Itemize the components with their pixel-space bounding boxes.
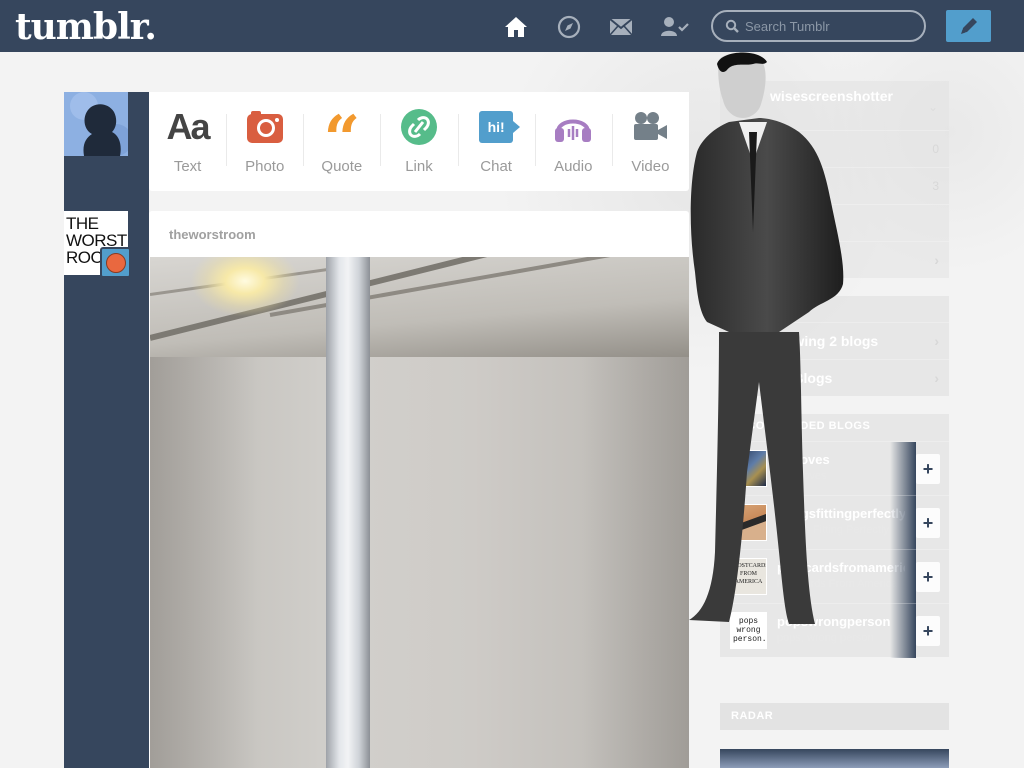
reblog-avatar-badge[interactable] xyxy=(100,247,131,278)
blog-thumbnail xyxy=(730,450,767,487)
blog-thumbnail xyxy=(730,504,767,541)
ceiling-light xyxy=(190,257,300,317)
recommended-blog-item[interactable]: POSTCARDS FROM AMERICA postcardsfromamer… xyxy=(720,549,949,604)
video-icon xyxy=(634,112,668,140)
find-blogs-icon xyxy=(732,371,748,387)
tumblr-logo[interactable]: tumblr. xyxy=(15,6,157,48)
compose-button[interactable] xyxy=(946,10,991,42)
post-type-video[interactable]: Video xyxy=(611,92,689,191)
chevron-down-icon[interactable]: ⌄ xyxy=(928,100,938,114)
compose-icon xyxy=(960,18,977,34)
chat-icon: hi! xyxy=(479,111,521,143)
customize-icon xyxy=(732,256,748,266)
follow-button[interactable]: + xyxy=(916,562,940,592)
top-navigation-bar: tumblr. xyxy=(0,0,1024,52)
account-icon[interactable] xyxy=(660,14,690,40)
follow-button[interactable]: + xyxy=(916,508,940,538)
post-type-text[interactable]: Aa Text xyxy=(149,92,226,191)
sidebar-item-find-blogs[interactable]: Find Blogs › xyxy=(720,359,949,396)
pipe xyxy=(326,257,370,768)
my-blog-avatar[interactable] xyxy=(64,92,128,156)
radar-section-title: RADAR xyxy=(731,710,774,722)
sidebar-item-customize[interactable]: Customize › xyxy=(720,241,949,278)
recommended-blog-item[interactable]: oldloves Old Loves + xyxy=(720,441,949,496)
text-icon: Aa xyxy=(166,106,211,147)
sidebar-blog-name[interactable]: wisescreenshotter xyxy=(770,88,893,104)
account-section-title: ACCOUNT xyxy=(731,302,790,314)
post-type-quote[interactable]: “ Quote xyxy=(303,92,380,191)
follow-button[interactable]: + xyxy=(916,616,940,646)
home-icon[interactable] xyxy=(503,14,529,40)
sidebar-item-activity[interactable]: Activity xyxy=(720,204,949,241)
photo-icon xyxy=(246,111,283,143)
blog-thumbnail: pops wrong person. xyxy=(730,612,767,649)
post-photo[interactable] xyxy=(150,257,689,768)
blog-thumbnail: POSTCARDS FROM AMERICA xyxy=(730,558,767,595)
search-box[interactable] xyxy=(711,10,926,42)
followers-icon xyxy=(732,181,748,193)
link-icon xyxy=(400,109,437,145)
radar-post-preview[interactable] xyxy=(720,749,949,768)
post-card: theworstroom xyxy=(149,211,689,768)
post-type-photo[interactable]: Photo xyxy=(226,92,303,191)
search-icon xyxy=(725,19,739,33)
posts-icon xyxy=(734,142,746,158)
activity-icon xyxy=(735,216,745,232)
follow-button[interactable]: + xyxy=(916,454,940,484)
post-type-chat[interactable]: hi! Chat xyxy=(457,92,535,191)
default-avatar-icon xyxy=(64,92,128,156)
post-type-bar: Aa Text Photo “ Quote Link hi! Chat Audi… xyxy=(149,92,689,191)
recommended-section-title: RECOMMENDED BLOGS xyxy=(731,420,871,432)
post-type-link[interactable]: Link xyxy=(380,92,457,191)
explore-icon[interactable] xyxy=(556,14,582,40)
post-blog-name[interactable]: theworstroom xyxy=(149,211,689,257)
search-input[interactable] xyxy=(745,18,915,34)
recommended-blog-item[interactable]: pops wrong person. popswrongperson pops,… xyxy=(720,603,949,658)
audio-icon xyxy=(555,119,592,142)
avatar-column xyxy=(64,92,149,768)
sidebar-item-posts[interactable]: Posts 0 xyxy=(720,130,949,167)
post-type-audio[interactable]: Audio xyxy=(534,92,612,191)
sidebar-item-following[interactable]: Following 2 blogs › xyxy=(720,322,949,359)
quote-icon: “ xyxy=(323,102,361,177)
sidebar-item-followers[interactable]: Followers 3 xyxy=(720,167,949,204)
inbox-icon[interactable] xyxy=(608,14,634,40)
recommended-blog-item[interactable]: thingsfittingperfectly Things Fitting Pe… xyxy=(720,495,949,550)
following-icon xyxy=(731,333,749,351)
